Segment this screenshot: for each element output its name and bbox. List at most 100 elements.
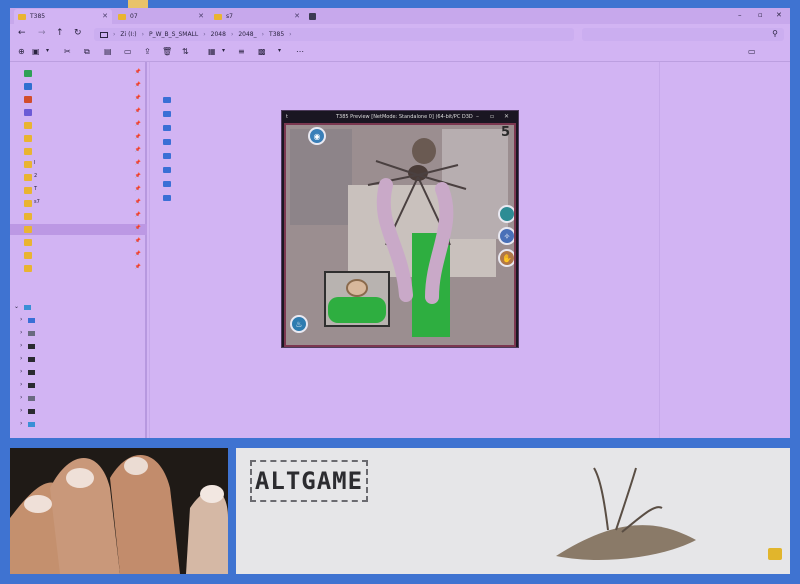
- sidebar-item[interactable]: 📌: [10, 120, 147, 131]
- close-icon[interactable]: ✕: [102, 12, 108, 20]
- close-icon[interactable]: ✕: [504, 113, 509, 120]
- folder-icon[interactable]: [163, 167, 171, 173]
- game-scene[interactable]: ◉ 5 ✧ ✋ ♨: [284, 123, 516, 347]
- details-pane-icon[interactable]: ▭: [748, 47, 756, 56]
- close-icon[interactable]: ✕: [198, 12, 204, 20]
- sidebar-item[interactable]: 📌: [10, 94, 147, 105]
- sidebar-item[interactable]: 📌: [10, 68, 147, 79]
- minimize-icon[interactable]: –: [476, 113, 479, 120]
- new-icon[interactable]: ⊕: [18, 47, 25, 56]
- copy-icon[interactable]: ⧉: [84, 47, 90, 57]
- sidebar-item[interactable]: 📌: [10, 263, 147, 274]
- tree-item-drive[interactable]: ›: [10, 367, 147, 378]
- tree-item-drive[interactable]: ›: [10, 354, 147, 365]
- chevron-right-icon[interactable]: ›: [20, 368, 22, 375]
- pin-icon[interactable]: 📌: [135, 82, 141, 88]
- tree-item-drive[interactable]: ›: [10, 419, 147, 430]
- pin-icon[interactable]: 📌: [135, 108, 141, 114]
- sidebar-item[interactable]: 2 📌: [10, 172, 147, 183]
- maximize-icon[interactable]: ▫: [490, 113, 494, 120]
- sort-icon[interactable]: ⇅: [182, 47, 189, 56]
- chevron-right-icon[interactable]: ›: [20, 407, 22, 414]
- maximize-icon[interactable]: ▫: [758, 11, 763, 19]
- chevron-right-icon[interactable]: ›: [20, 329, 22, 336]
- preview-title-bar[interactable]: t T385 Preview [NetMode: Standalone 0] (…: [282, 111, 518, 123]
- share-icon[interactable]: ⇪: [144, 47, 151, 56]
- pin-icon[interactable]: 📌: [135, 199, 141, 205]
- details-icon[interactable]: ▩: [258, 47, 266, 56]
- pin-icon[interactable]: 📌: [135, 147, 141, 153]
- sidebar-item[interactable]: 📌: [10, 224, 147, 235]
- tree-item-drive[interactable]: ›: [10, 406, 147, 417]
- eye-icon[interactable]: ◉: [308, 127, 326, 145]
- pin-icon[interactable]: 📌: [135, 160, 141, 166]
- close-window-icon[interactable]: ✕: [776, 11, 782, 19]
- sidebar-item[interactable]: T 📌: [10, 185, 147, 196]
- sidebar-item[interactable]: 📌: [10, 133, 147, 144]
- chevron-down-icon[interactable]: ▾: [46, 47, 49, 54]
- chevron-down-icon[interactable]: ▾: [278, 47, 281, 54]
- tab-07[interactable]: 07 ✕: [114, 9, 208, 24]
- pin-icon[interactable]: 📌: [135, 251, 141, 257]
- sidebar-item[interactable]: 📌: [10, 107, 147, 118]
- folder-icon[interactable]: [163, 111, 171, 117]
- more-icon[interactable]: ⋯: [296, 47, 304, 56]
- chevron-right-icon[interactable]: ›: [20, 394, 22, 401]
- chevron-down-icon[interactable]: ⌄: [14, 303, 19, 310]
- tree-item-drive[interactable]: ›: [10, 328, 147, 339]
- pin-icon[interactable]: 📌: [135, 238, 141, 244]
- chevron-right-icon[interactable]: ›: [20, 381, 22, 388]
- chevron-down-icon[interactable]: ▾: [222, 47, 225, 54]
- folder-icon[interactable]: [163, 181, 171, 187]
- pin-icon[interactable]: 📌: [135, 134, 141, 140]
- pin-icon[interactable]: 📌: [135, 173, 141, 179]
- layout-icon[interactable]: ▣: [32, 47, 40, 56]
- view-icon[interactable]: ▦: [208, 47, 216, 56]
- folder-icon[interactable]: [163, 125, 171, 131]
- potion-icon[interactable]: ♨: [290, 315, 308, 333]
- pin-icon[interactable]: 📌: [135, 264, 141, 270]
- folder-icon[interactable]: [163, 195, 171, 201]
- breadcrumb-item[interactable]: 2048_: [238, 31, 256, 38]
- delete-icon[interactable]: 🗑: [162, 47, 172, 56]
- chevron-right-icon[interactable]: ›: [20, 420, 22, 427]
- teal-orb-icon[interactable]: [498, 205, 514, 223]
- cut-icon[interactable]: ✂: [64, 47, 71, 56]
- sidebar-item[interactable]: 📌: [10, 81, 147, 92]
- tree-item-this-pc[interactable]: ⌄: [10, 302, 147, 313]
- sidebar-item[interactable]: 📌: [10, 211, 147, 222]
- back-arrow-icon[interactable]: ←: [18, 28, 26, 38]
- sidebar-item[interactable]: I 📌: [10, 159, 147, 170]
- breadcrumb-item[interactable]: 2048: [211, 31, 226, 38]
- pin-icon[interactable]: 📌: [135, 121, 141, 127]
- pin-icon[interactable]: 📌: [135, 212, 141, 218]
- chevron-right-icon[interactable]: ›: [20, 316, 22, 323]
- filter-icon[interactable]: ≡: [238, 47, 245, 56]
- feather-icon[interactable]: ✧: [498, 227, 514, 245]
- chevron-right-icon[interactable]: ›: [20, 342, 22, 349]
- rename-icon[interactable]: ▭: [124, 47, 132, 56]
- refresh-icon[interactable]: ↻: [74, 28, 82, 38]
- pin-icon[interactable]: 📌: [135, 186, 141, 192]
- pin-icon[interactable]: 📌: [135, 95, 141, 101]
- sidebar-item[interactable]: 📌: [10, 146, 147, 157]
- search-input[interactable]: ⚲: [582, 28, 784, 41]
- sidebar-item[interactable]: s7 📌: [10, 198, 147, 209]
- breadcrumb[interactable]: › Zi (I:) › P_W_B_S_SMALL › 2048 › 2048_…: [94, 28, 574, 41]
- sidebar-item[interactable]: 📌: [10, 250, 147, 261]
- new-tab-button[interactable]: [306, 9, 320, 24]
- tree-item-drive[interactable]: ›: [10, 380, 147, 391]
- tab-s7[interactable]: s7 ✕: [210, 9, 304, 24]
- folder-icon[interactable]: [163, 139, 171, 145]
- folder-icon[interactable]: [163, 97, 171, 103]
- chevron-right-icon[interactable]: ›: [20, 355, 22, 362]
- up-arrow-icon[interactable]: ↑: [56, 28, 64, 38]
- breadcrumb-item[interactable]: Zi (I:): [120, 31, 136, 38]
- pin-icon[interactable]: 📌: [135, 69, 141, 75]
- hand-icon[interactable]: ✋: [498, 249, 514, 267]
- tree-item-drive[interactable]: ›: [10, 393, 147, 404]
- forward-arrow-icon[interactable]: →: [38, 28, 46, 38]
- close-icon[interactable]: ✕: [294, 12, 300, 20]
- tab-t385[interactable]: T385 ✕: [14, 9, 112, 24]
- pin-icon[interactable]: 📌: [135, 225, 141, 231]
